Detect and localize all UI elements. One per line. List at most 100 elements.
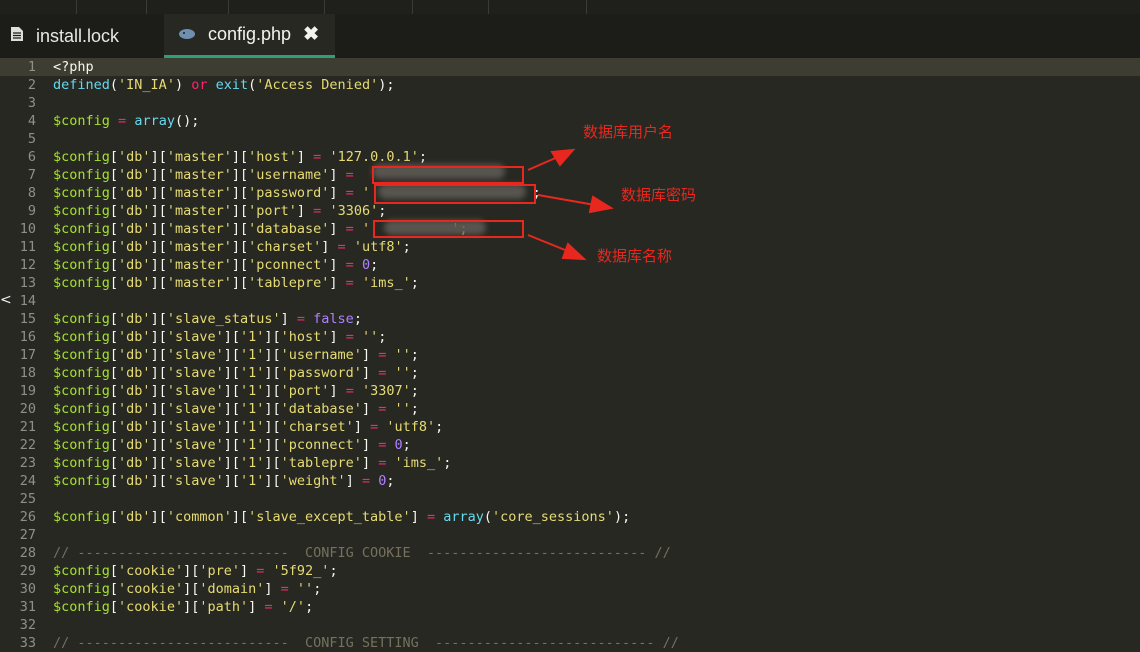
menu-item[interactable] <box>324 0 413 14</box>
code-line[interactable]: 8 $config['db']['master']['password'] = '… <box>0 184 1140 202</box>
menu-item[interactable] <box>228 0 325 14</box>
code-token: 'db' <box>118 257 151 273</box>
code-line[interactable]: 28 // -------------------------- CONFIG C… <box>0 544 1140 562</box>
code-token: = <box>264 599 273 615</box>
code-token: 'slave' <box>166 347 224 363</box>
code-line[interactable]: 22 $config['db']['slave']['1']['pconnect'… <box>0 436 1140 454</box>
code-line[interactable]: 33 // -------------------------- CONFIG S… <box>0 634 1140 652</box>
code-token: ] <box>329 185 346 201</box>
code-line[interactable]: 25 <box>0 490 1140 508</box>
code-line[interactable]: 3 <box>0 94 1140 112</box>
code-line[interactable]: 4 $config = array(); <box>0 112 1140 130</box>
menu-item[interactable] <box>412 0 489 14</box>
code-text: $config['db']['slave']['1']['port'] = '3… <box>53 382 419 400</box>
code-token: ( <box>483 509 493 525</box>
code-token: ][ <box>231 185 249 201</box>
code-token: 'db' <box>118 455 151 471</box>
code-token: ][ <box>231 239 249 255</box>
code-line[interactable]: 1 <?php <box>0 58 1140 76</box>
line-number: 20 <box>19 401 36 417</box>
code-line[interactable]: 24 $config['db']['slave']['1']['weight'] … <box>0 472 1140 490</box>
code-line[interactable]: 31 $config['cookie']['path'] = '/'; <box>0 598 1140 616</box>
code-line[interactable]: 30 $config['cookie']['domain'] = ''; <box>0 580 1140 598</box>
line-number: 11 <box>19 239 36 255</box>
code-line[interactable]: 16 $config['db']['slave']['1']['host'] = … <box>0 328 1140 346</box>
code-line[interactable]: 27 <box>0 526 1140 544</box>
code-token: ][ <box>150 275 167 291</box>
close-icon[interactable]: ✖ <box>303 23 319 46</box>
code-token: ][ <box>223 437 240 453</box>
code-token: '1' <box>240 365 265 381</box>
code-token: 'db' <box>118 473 151 489</box>
code-token: '127.0.0.1' <box>329 149 419 165</box>
menu-item[interactable] <box>488 0 587 14</box>
code-token: 'db' <box>118 347 151 363</box>
code-token: 'utf8' <box>386 419 436 435</box>
code-text: $config['db']['master']['host'] = '127.0… <box>53 148 427 166</box>
code-line[interactable]: 14 <box>0 292 1140 310</box>
code-token: ][ <box>264 329 281 345</box>
menu-item[interactable] <box>146 0 229 14</box>
code-token: '' <box>394 401 411 417</box>
code-line[interactable]: 17 $config['db']['slave']['1']['username'… <box>0 346 1140 364</box>
code-line[interactable]: 7 $config['db']['master']['username'] = <box>0 166 1140 184</box>
code-token: or <box>191 77 208 93</box>
code-token: $config <box>53 311 110 327</box>
line-number: 4 <box>27 113 36 129</box>
code-token: ][ <box>223 347 240 363</box>
code-line[interactable]: 23 $config['db']['slave']['1']['tablepre'… <box>0 454 1140 472</box>
line-number: 23 <box>19 455 36 471</box>
code-token: false <box>313 311 354 327</box>
tab-config-php[interactable]: config.php ✖ <box>164 14 335 58</box>
code-token: $config <box>53 509 110 525</box>
code-line[interactable]: 2 defined('IN_IA') or exit('Access Denied… <box>0 76 1140 94</box>
menu-item[interactable] <box>0 0 77 14</box>
document-icon <box>10 26 24 47</box>
menu-item[interactable] <box>76 0 147 14</box>
code-token: 'tablepre' <box>280 455 362 471</box>
line-number: 10 <box>19 221 36 237</box>
code-token: '1' <box>240 419 265 435</box>
code-token: ] <box>410 509 427 525</box>
line-number: 24 <box>19 473 36 489</box>
code-editor[interactable]: 1 <?php 2 defined('IN_IA') or exit('Access … <box>0 58 1140 651</box>
code-line[interactable]: 10 $config['db']['master']['database'] = … <box>0 220 1140 238</box>
code-token: [ <box>109 257 119 273</box>
code-line[interactable]: 29 $config['cookie']['pre'] = '5f92_'; <box>0 562 1140 580</box>
code-token: ] <box>329 329 346 345</box>
code-line[interactable]: 19 $config['db']['slave']['1']['port'] = … <box>0 382 1140 400</box>
code-token: 'slave' <box>166 365 224 381</box>
tab-bar: install.lock config.php ✖ <box>0 14 1140 58</box>
line-number: 31 <box>19 599 36 615</box>
code-line[interactable]: 12 $config['db']['master']['pconnect'] = … <box>0 256 1140 274</box>
code-line[interactable]: 5 <box>0 130 1140 148</box>
tab-install-lock[interactable]: install.lock <box>0 14 163 58</box>
code-token: ][ <box>150 239 167 255</box>
code-line[interactable]: 20 $config['db']['slave']['1']['database'… <box>0 400 1140 418</box>
code-token: 'username' <box>248 167 330 183</box>
code-token: '1' <box>240 401 265 417</box>
code-token: 'master' <box>166 275 232 291</box>
code-line[interactable]: 32 <box>0 616 1140 634</box>
code-line[interactable]: 15 $config['db']['slave_status'] = false; <box>0 310 1140 328</box>
code-token: '5f92_' <box>272 563 330 579</box>
line-number: 17 <box>19 347 36 363</box>
code-line[interactable]: 9 $config['db']['master']['port'] = '3306… <box>0 202 1140 220</box>
code-token: [ <box>109 437 119 453</box>
code-line[interactable]: 13 $config['db']['master']['tablepre'] = … <box>0 274 1140 292</box>
code-token: = <box>361 473 371 489</box>
code-token: $config <box>53 149 110 165</box>
code-text: $config['db']['master']['username'] = <box>53 166 362 184</box>
code-line[interactable]: 11 $config['db']['master']['charset'] = '… <box>0 238 1140 256</box>
code-token: $config <box>53 581 110 597</box>
code-line[interactable]: 21 $config['db']['slave']['1']['charset']… <box>0 418 1140 436</box>
collapse-arrow-icon[interactable]: < <box>0 292 12 312</box>
code-token: ; <box>402 239 411 255</box>
code-line[interactable]: 6 $config['db']['master']['host'] = '127.… <box>0 148 1140 166</box>
code-line[interactable]: 18 $config['db']['slave']['1']['password'… <box>0 364 1140 382</box>
code-line[interactable]: 26 $config['db']['common']['slave_except_… <box>0 508 1140 526</box>
